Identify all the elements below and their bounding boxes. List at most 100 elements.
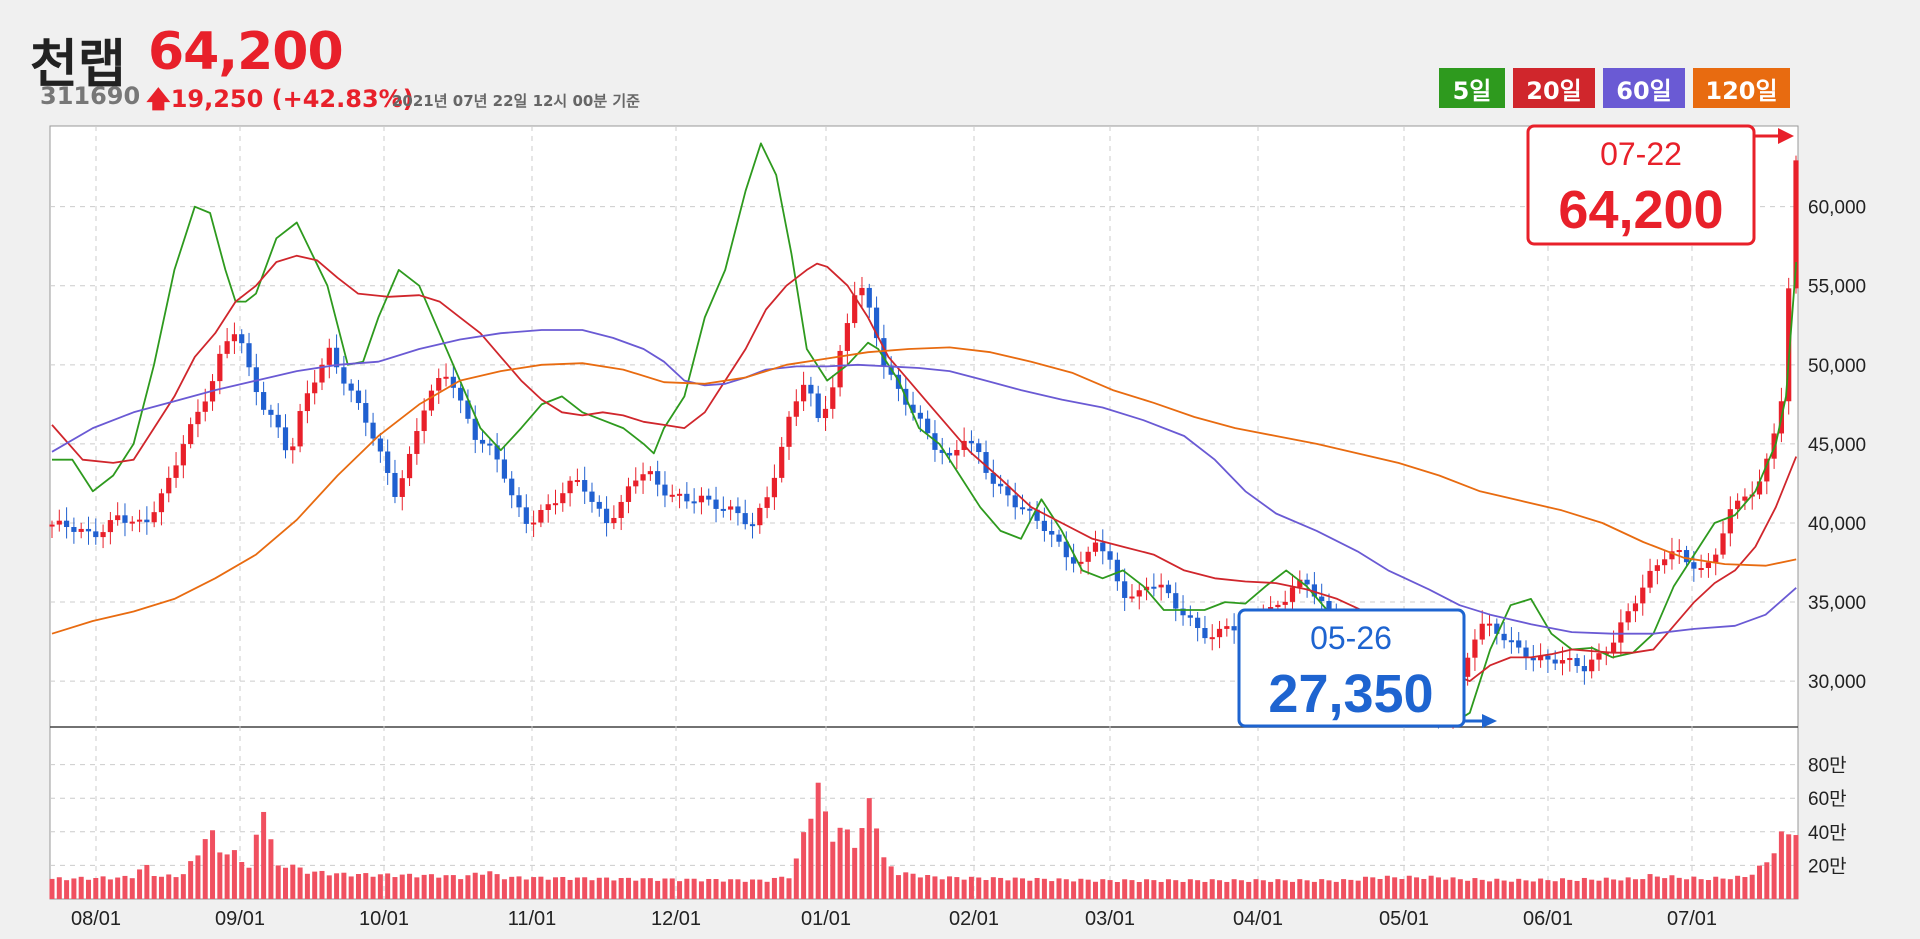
- volume-bar: [1370, 877, 1376, 899]
- candle-body: [669, 494, 675, 497]
- volume-bar: [1552, 881, 1558, 899]
- volume-bar: [888, 866, 894, 899]
- volume-bar: [1698, 879, 1704, 899]
- volume-bar: [450, 875, 456, 899]
- candle-body: [107, 520, 113, 533]
- candle-body: [136, 519, 143, 522]
- candle-body: [800, 384, 807, 402]
- candle-body: [443, 376, 449, 379]
- candle-body: [1012, 495, 1018, 508]
- volume-tick-label: 60만: [1808, 788, 1847, 810]
- volume-bar: [1778, 831, 1784, 899]
- candle-body: [1465, 657, 1471, 677]
- candle-body: [479, 439, 486, 444]
- volume-bar: [757, 879, 763, 899]
- candle-body: [954, 449, 960, 456]
- candle-body: [1691, 562, 1697, 569]
- volume-tick-label: 40만: [1808, 822, 1847, 844]
- candle-body: [1173, 593, 1179, 609]
- volume-bar: [1348, 879, 1354, 899]
- candle-body: [56, 520, 62, 525]
- candle-body: [749, 524, 756, 527]
- candle-body: [341, 367, 347, 384]
- volume-bar: [421, 874, 427, 899]
- volume-bar: [1311, 881, 1317, 899]
- candle-body: [545, 504, 551, 510]
- candle-body: [1165, 584, 1172, 594]
- volume-bar: [1290, 881, 1296, 899]
- candle-body: [501, 459, 508, 479]
- volume-bar: [1041, 878, 1047, 899]
- volume-bar: [779, 876, 785, 899]
- candle-body: [129, 521, 135, 524]
- volume-bar: [1771, 853, 1777, 899]
- volume-bar: [297, 867, 303, 899]
- volume-bar: [1589, 879, 1595, 899]
- volume-bar: [1618, 880, 1624, 899]
- volume-bar: [377, 874, 383, 899]
- y-tick-label: 45,000: [1808, 435, 1866, 456]
- legend-60day[interactable]: 60일: [1603, 68, 1685, 108]
- x-tick-label: 03/01: [1085, 908, 1135, 930]
- candle-body: [735, 506, 741, 514]
- volume-bar: [472, 872, 478, 899]
- x-tick-label: 12/01: [651, 908, 701, 930]
- stock-code: 311690: [40, 82, 141, 110]
- volume-bar: [611, 880, 617, 899]
- legend-20day[interactable]: 20일: [1513, 68, 1595, 108]
- volume-bar: [173, 877, 179, 899]
- volume-bar: [1450, 877, 1456, 899]
- candle-body: [698, 495, 705, 503]
- legend-5day[interactable]: 5일: [1439, 68, 1505, 108]
- x-tick-label: 08/01: [71, 908, 121, 930]
- volume-bar: [852, 847, 858, 899]
- volume-bar: [458, 879, 464, 899]
- volume-bar: [822, 811, 828, 899]
- volume-bar: [71, 878, 77, 899]
- volume-bar: [1392, 877, 1398, 899]
- candle-body: [1056, 534, 1062, 542]
- volume-bar: [1691, 876, 1697, 899]
- volume-bar: [217, 852, 223, 899]
- volume-bar: [1647, 874, 1653, 899]
- volume-bar: [246, 867, 252, 899]
- candle-body: [377, 438, 383, 452]
- volume-bar: [1326, 880, 1332, 899]
- candle-body: [968, 440, 975, 444]
- volume-bar: [1786, 834, 1792, 899]
- volume-bar: [1465, 880, 1471, 899]
- volume-bar: [604, 877, 610, 899]
- volume-bar: [78, 876, 84, 899]
- price-change: 🡅19,250 (+42.83%): [146, 82, 414, 123]
- low-value: 27,350: [1268, 664, 1433, 724]
- volume-bar: [1764, 862, 1770, 899]
- legend-120day[interactable]: 120일: [1693, 68, 1790, 108]
- candle-body: [326, 347, 332, 365]
- volume-bar: [1297, 879, 1303, 899]
- candle-body: [1304, 579, 1310, 585]
- volume-bar: [1713, 876, 1719, 899]
- volume-bar: [691, 878, 697, 899]
- volume-bar: [1596, 880, 1602, 899]
- candle-body: [1618, 622, 1624, 643]
- x-tick-label: 09/01: [215, 908, 265, 930]
- candle-body: [392, 472, 398, 497]
- candle-body: [304, 393, 310, 412]
- volume-bar: [268, 839, 274, 899]
- volume-bar: [1735, 875, 1741, 899]
- volume-bar: [1567, 879, 1573, 899]
- candle-body: [290, 446, 296, 451]
- candle-body: [764, 497, 770, 508]
- volume-bar: [253, 834, 259, 899]
- volume-bar: [516, 876, 522, 899]
- volume-bar: [647, 878, 653, 899]
- volume-bar: [990, 877, 996, 899]
- candle-body: [282, 427, 289, 451]
- candle-body: [844, 323, 850, 351]
- volume-bar: [582, 877, 588, 899]
- candle-body: [312, 382, 318, 394]
- candle-body: [1158, 584, 1164, 588]
- volume-bar: [837, 827, 843, 899]
- candle-body: [202, 401, 208, 412]
- volume-bar: [786, 878, 792, 899]
